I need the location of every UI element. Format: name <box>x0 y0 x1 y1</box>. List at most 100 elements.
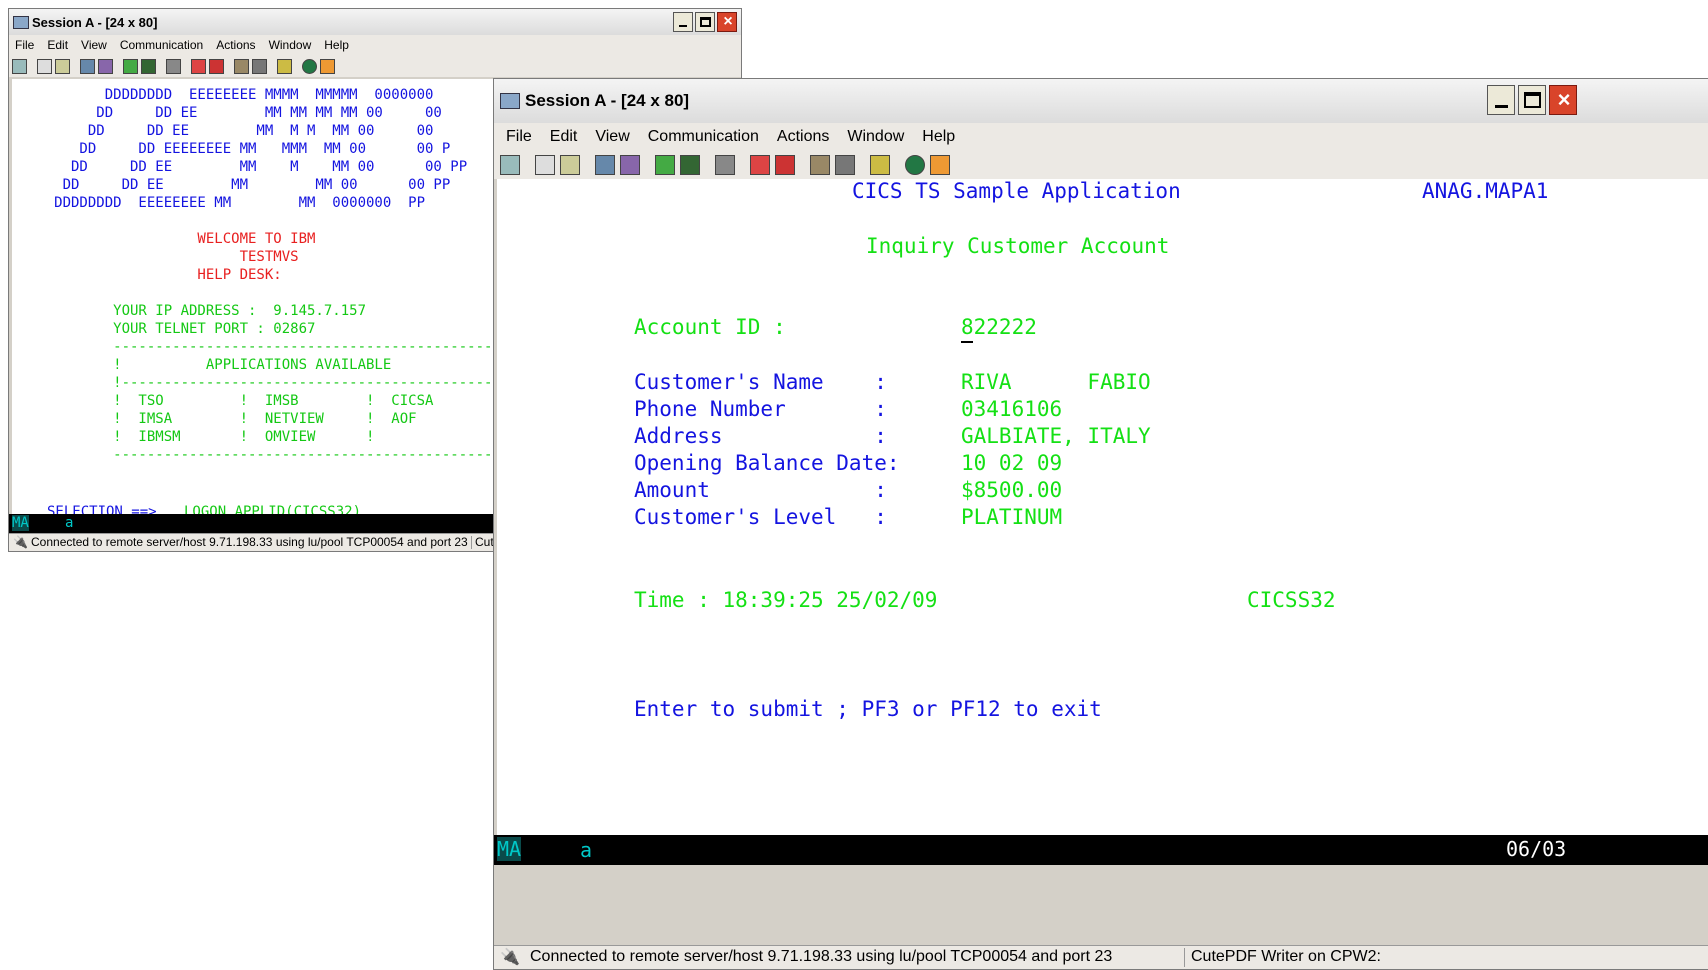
terminal-line: DD DD EEEEEEEE MM MMM MM 00 00 P <box>12 141 451 157</box>
terminal-line: YOUR TELNET PORT : 02867 <box>12 321 316 337</box>
close-icon: × <box>723 13 733 30</box>
copy-icon[interactable] <box>37 58 52 74</box>
status-bar: 🔌 Connected to remote server/host 9.71.1… <box>494 945 1708 969</box>
status-connection-text: Connected to remote server/host 9.71.198… <box>31 535 468 549</box>
application-title: CICS TS Sample Application <box>852 179 1181 203</box>
terminal-line: DD DD EE MM M M MM 00 00 <box>12 123 434 139</box>
menu-edit[interactable]: Edit <box>47 38 68 52</box>
record-macro-icon[interactable] <box>750 155 770 175</box>
status-printer-text: CutePDF Writer on CPW2: <box>1191 948 1381 965</box>
record-macro-icon[interactable] <box>191 58 206 74</box>
close-button[interactable]: × <box>717 12 737 32</box>
close-button[interactable]: × <box>1549 85 1577 115</box>
terminal-line: ! TSO ! IMSB ! CICSA <box>12 393 434 409</box>
terminal-line: !---------------------------------------… <box>12 375 518 391</box>
receive-file-icon[interactable] <box>620 155 640 175</box>
close-icon: × <box>1557 87 1571 112</box>
minimize-button[interactable] <box>673 12 693 32</box>
menu-help[interactable]: Help <box>922 128 955 146</box>
field-value: GALBIATE, ITALY <box>961 424 1151 448</box>
send-file-icon[interactable] <box>80 58 95 74</box>
session-icon[interactable] <box>500 93 520 109</box>
clipboard-icon[interactable] <box>277 58 292 74</box>
menu-file[interactable]: File <box>15 38 34 52</box>
menu-actions[interactable]: Actions <box>777 128 829 146</box>
menu-communication[interactable]: Communication <box>120 38 203 52</box>
terminal-line: ! IBMSM ! OMVIEW ! <box>12 429 375 445</box>
footer-instructions: Enter to submit ; PF3 or PF12 to exit <box>634 697 1102 721</box>
macro-icon[interactable] <box>166 58 181 74</box>
menu-view[interactable]: View <box>81 38 107 52</box>
menu-edit[interactable]: Edit <box>550 128 578 146</box>
maximize-button[interactable] <box>695 12 715 32</box>
terminal-line: ----------------------------------------… <box>12 339 518 355</box>
menu-view[interactable]: View <box>595 128 629 146</box>
field-label: Address : <box>634 424 887 448</box>
terminal-line: DD DD EE MM MM MM MM 00 00 <box>12 105 442 121</box>
clipboard-icon[interactable] <box>870 155 890 175</box>
terminal-line: DDDDDDDD EEEEEEEE MM MM 0000000 PP <box>12 195 426 211</box>
copy-icon[interactable] <box>535 155 555 175</box>
menu-help[interactable]: Help <box>324 38 349 52</box>
field-label: Customer's Level : <box>634 505 887 529</box>
display-icon[interactable] <box>123 58 138 74</box>
oia-session-indicator: MA <box>497 837 522 861</box>
paste-icon[interactable] <box>55 58 70 74</box>
oia-cursor-position: 06/03 <box>1506 837 1567 861</box>
field-label: Amount : <box>634 478 887 502</box>
paste-icon[interactable] <box>560 155 580 175</box>
connection-icon: 🔌 <box>13 535 28 549</box>
print-screen-icon[interactable] <box>12 58 27 74</box>
field-value: $8500.00 <box>961 478 1063 502</box>
session-window-front[interactable]: Session A - [24 x 80] × File Edit View C… <box>493 78 1708 970</box>
stop-macro-icon[interactable] <box>209 58 224 74</box>
toolbar <box>9 55 741 77</box>
terminal-screen[interactable]: CICS TS Sample Application ANAG.MAPA1 In… <box>497 179 1708 844</box>
send-file-icon[interactable] <box>595 155 615 175</box>
field-label: Opening Balance Date: <box>634 451 900 475</box>
pencil-icon[interactable] <box>930 155 950 175</box>
display-icon[interactable] <box>655 155 675 175</box>
oia-session-indicator: MA <box>12 515 29 531</box>
menu-window[interactable]: Window <box>269 38 312 52</box>
account-id-label: Account ID : <box>634 315 786 339</box>
color-map-icon[interactable] <box>680 155 700 175</box>
applid-display: CICSS32 <box>1247 588 1336 612</box>
screen-subtitle: Inquiry Customer Account <box>866 234 1170 258</box>
maximize-icon <box>1524 92 1541 108</box>
color-map-icon[interactable] <box>141 58 156 74</box>
field-value: 10 02 09 <box>961 451 1063 475</box>
session-icon[interactable] <box>13 15 29 29</box>
menu-window[interactable]: Window <box>847 128 904 146</box>
globe-icon[interactable] <box>302 58 317 74</box>
map-name: ANAG.MAPA1 <box>1422 179 1549 203</box>
minimize-button[interactable] <box>1487 85 1515 115</box>
keypad-icon[interactable] <box>835 155 855 175</box>
title-bar[interactable]: Session A - [24 x 80] × <box>494 79 1708 123</box>
window-title: Session A - [24 x 80] <box>525 91 690 110</box>
status-printer-text: Cut <box>475 535 494 549</box>
time-display: Time : 18:39:25 25/02/09 <box>634 588 938 612</box>
keypad-icon[interactable] <box>252 58 267 74</box>
print-screen-icon[interactable] <box>500 155 520 175</box>
globe-icon[interactable] <box>905 155 925 175</box>
stop-macro-icon[interactable] <box>775 155 795 175</box>
maximize-button[interactable] <box>1518 85 1546 115</box>
terminal-line: WELCOME TO IBM <box>12 231 316 247</box>
pencil-icon[interactable] <box>320 58 335 74</box>
title-bar[interactable]: Session A - [24 x 80] × <box>9 9 741 35</box>
operator-info-area: MA a 06/03 <box>494 835 1708 865</box>
field-value: PLATINUM <box>961 505 1063 529</box>
menu-communication[interactable]: Communication <box>648 128 759 146</box>
play-macro-icon[interactable] <box>810 155 830 175</box>
menu-file[interactable]: File <box>506 128 532 146</box>
terminal-line: TESTMVS <box>12 249 299 265</box>
play-macro-icon[interactable] <box>234 58 249 74</box>
macro-icon[interactable] <box>715 155 735 175</box>
toolbar <box>494 151 1708 179</box>
minimize-icon <box>679 25 687 27</box>
account-id-input[interactable]: 822222 <box>961 315 1037 339</box>
menu-actions[interactable]: Actions <box>216 38 255 52</box>
terminal-line: ! IMSA ! NETVIEW ! AOF <box>12 411 417 427</box>
receive-file-icon[interactable] <box>98 58 113 74</box>
